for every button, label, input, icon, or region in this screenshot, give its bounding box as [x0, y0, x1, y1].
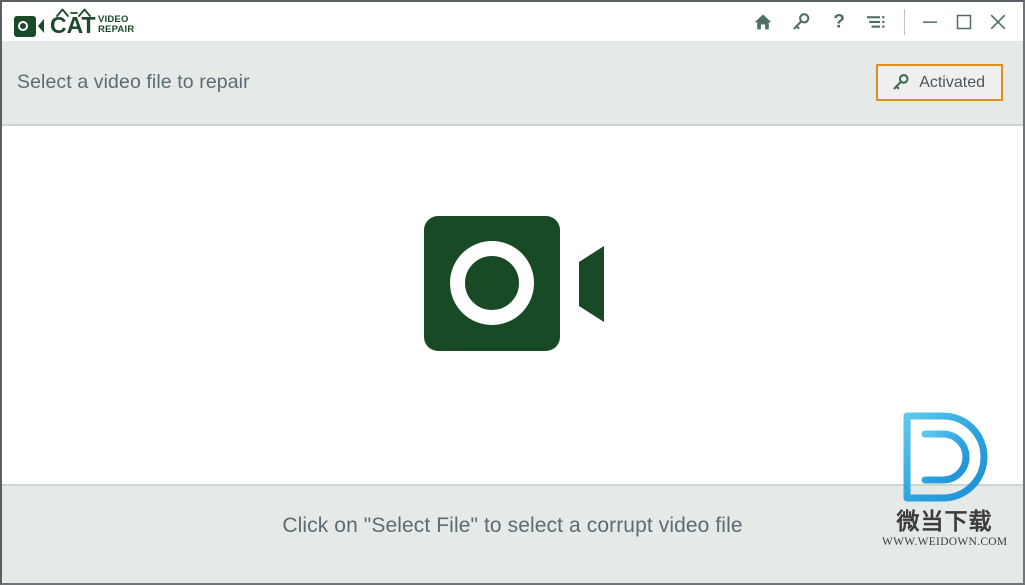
titlebar-separator: [904, 8, 905, 35]
footer-hint-text: Click on "Select File" to select a corru…: [282, 514, 743, 537]
help-icon[interactable]: ?: [820, 3, 858, 41]
maximize-button[interactable]: [947, 3, 981, 41]
home-icon[interactable]: [744, 3, 782, 41]
video-camera-icon: [424, 216, 604, 351]
svg-text:?: ?: [833, 12, 845, 32]
footer-hint-bar: Click on "Select File" to select a corru…: [2, 484, 1023, 583]
logo-brand-name: CAT: [50, 12, 96, 38]
page-title: Select a video file to repair: [17, 71, 250, 93]
key-icon[interactable]: [782, 3, 820, 41]
logo-camera-icon: [14, 16, 44, 37]
activated-key-icon: [891, 73, 910, 92]
minimize-button[interactable]: [913, 3, 947, 41]
logo-subtitle-line2: REPAIR: [98, 24, 135, 35]
menu-icon[interactable]: [858, 3, 896, 41]
logo-brand-subtitle: VIDEO REPAIR: [98, 15, 134, 35]
app-logo: CAT VIDEO REPAIR: [2, 2, 134, 41]
title-bar: CAT VIDEO REPAIR ?: [2, 2, 1023, 41]
close-button[interactable]: [981, 3, 1015, 41]
activated-label: Activated: [919, 73, 985, 91]
main-content: Select File: [2, 128, 1023, 583]
app-window: CAT VIDEO REPAIR ? Select a video file t…: [0, 0, 1025, 585]
titlebar-actions: ?: [744, 2, 1023, 41]
page-header-bar: Select a video file to repair Activated: [2, 41, 1023, 126]
activated-status-button[interactable]: Activated: [876, 64, 1003, 101]
